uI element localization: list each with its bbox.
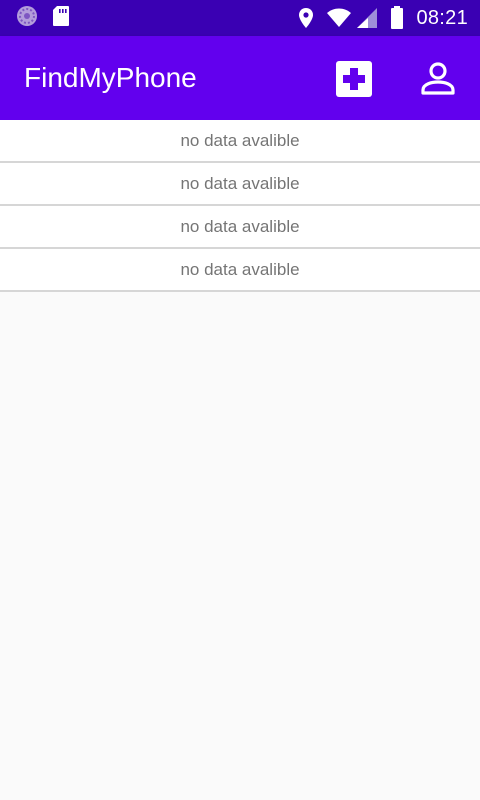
signal-icon bbox=[356, 7, 378, 29]
sd-card-icon bbox=[52, 5, 70, 32]
sync-icon bbox=[16, 5, 38, 32]
app-bar: FindMyPhone bbox=[0, 36, 480, 120]
list-item[interactable]: no data avalible bbox=[0, 163, 480, 206]
list-item-text: no data avalible bbox=[180, 130, 300, 150]
add-button[interactable] bbox=[334, 59, 374, 99]
battery-icon bbox=[390, 6, 404, 30]
list-item[interactable]: no data avalible bbox=[0, 206, 480, 249]
list-item[interactable]: no data avalible bbox=[0, 120, 480, 163]
device-list: no data avalible no data avalible no dat… bbox=[0, 120, 480, 292]
list-item-text: no data avalible bbox=[180, 216, 300, 236]
list-item[interactable]: no data avalible bbox=[0, 249, 480, 292]
list-item-text: no data avalible bbox=[180, 173, 300, 193]
screen: 08:21 FindMyPhone no data avalible no da… bbox=[0, 0, 480, 800]
person-icon bbox=[421, 62, 455, 95]
profile-button[interactable] bbox=[416, 58, 460, 102]
status-right-icons: 08:21 bbox=[298, 6, 468, 30]
add-box-icon bbox=[336, 61, 372, 97]
status-bar: 08:21 bbox=[0, 0, 480, 36]
app-title: FindMyPhone bbox=[24, 62, 197, 93]
status-left-icons bbox=[16, 5, 70, 32]
wifi-icon bbox=[326, 8, 352, 28]
status-time: 08:21 bbox=[416, 6, 468, 29]
location-icon bbox=[298, 7, 314, 29]
list-item-text: no data avalible bbox=[180, 259, 300, 279]
